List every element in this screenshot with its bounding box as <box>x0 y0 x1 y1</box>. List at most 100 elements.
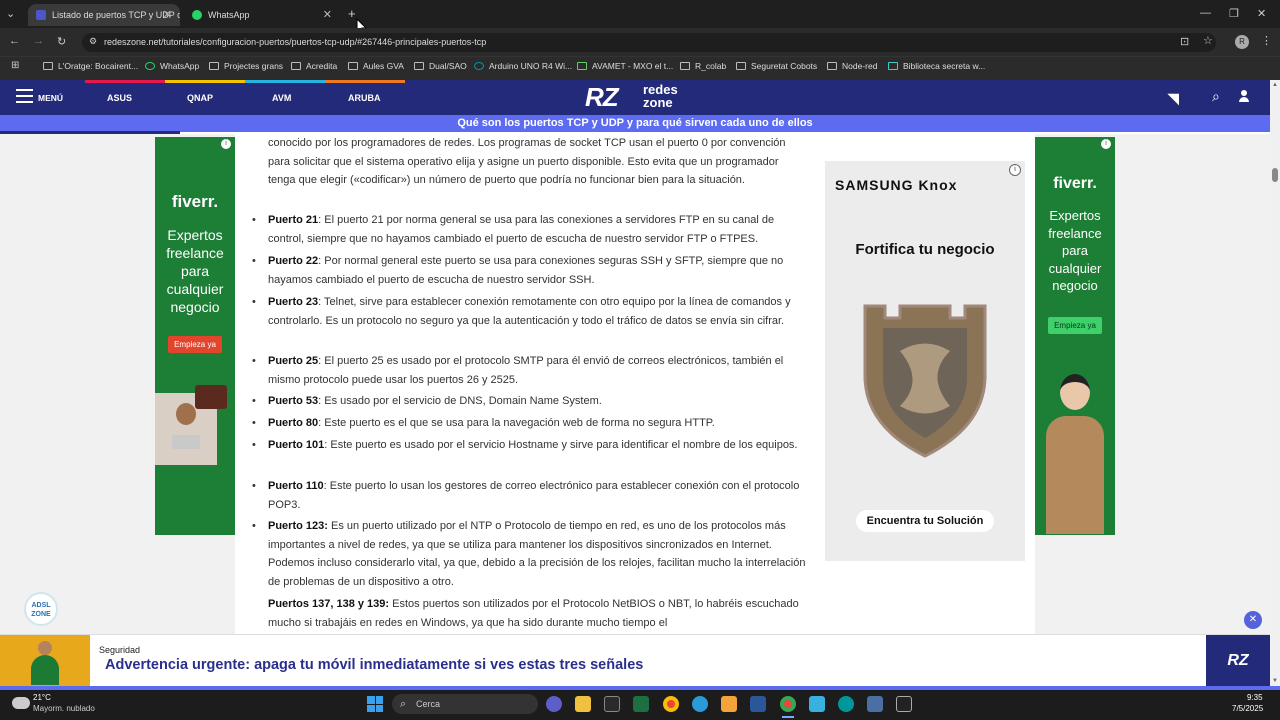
close-tab-icon[interactable]: ✕ <box>323 8 332 21</box>
bookmark-whatsapp[interactable]: WhatsApp <box>145 61 199 71</box>
bookmark-label: Acredita <box>306 61 338 71</box>
scroll-up-icon[interactable]: ▲ <box>1272 82 1278 88</box>
profile-avatar[interactable]: R <box>1235 35 1249 49</box>
edge-icon[interactable] <box>692 696 708 712</box>
tab-search-icon[interactable]: ⌄ <box>6 7 15 20</box>
logo-text-line: zone <box>643 95 673 110</box>
clock-date[interactable]: 7/5/2025 <box>1232 704 1263 713</box>
site-info-icon[interactable]: ⚙ <box>89 36 97 47</box>
tab-whatsapp[interactable]: WhatsApp ✕ <box>184 4 340 26</box>
cloud-weather-icon[interactable] <box>12 697 30 709</box>
nav-accent <box>85 80 165 83</box>
url-text: redeszone.net/tutoriales/configuracion-p… <box>104 37 487 47</box>
bookmark-label: Biblioteca secreta w... <box>903 61 986 71</box>
fiverr-ad-right[interactable]: fiverr. Expertos freelance para cualquie… <box>1035 137 1115 535</box>
notepad-icon[interactable] <box>809 696 825 712</box>
excel-icon[interactable] <box>633 696 649 712</box>
rss-icon[interactable]: ◥ <box>1168 90 1179 107</box>
nav-aruba[interactable]: ARUBA <box>348 93 381 103</box>
close-window-button[interactable]: ✕ <box>1257 7 1266 20</box>
ad-headline: Fortifica tu negocio <box>855 241 995 258</box>
back-button[interactable]: ← <box>9 35 20 47</box>
banner-logo: RZ <box>1206 635 1270 687</box>
port-name: Puertos 137, 138 y 139: <box>268 598 390 610</box>
list-item: Puerto 123: Es un puerto utilizado por e… <box>252 517 808 591</box>
ad-info-icon[interactable]: i <box>1101 139 1111 149</box>
nav-accent <box>245 80 325 83</box>
bookmark-acredita[interactable]: Acredita <box>291 61 337 71</box>
scroll-down-icon[interactable]: ▼ <box>1272 678 1278 684</box>
nav-avm[interactable]: AVM <box>272 93 291 103</box>
address-bar[interactable]: redeszone.net/tutoriales/configuracion-p… <box>82 33 1216 52</box>
teams-icon[interactable] <box>546 696 562 712</box>
search-placeholder: Cerca <box>416 699 441 709</box>
windows-start-icon[interactable] <box>367 696 383 712</box>
word-icon[interactable] <box>750 696 766 712</box>
port-name: Puerto 80 <box>268 417 319 429</box>
port-name: Puerto 110 <box>268 480 324 492</box>
menu-kebab-icon[interactable]: ⋮ <box>1261 34 1272 47</box>
tab-puertos[interactable]: Listado de puertos TCP y UDP d ✕ <box>28 4 180 26</box>
fiverr-ad-left[interactable]: fiverr. Expertos freelance para cualquie… <box>155 137 235 535</box>
ad-cta-button[interactable]: Empieza ya <box>1048 316 1102 334</box>
ad-cta-button[interactable]: Encuentra tu Solución <box>856 510 994 532</box>
banner-headline[interactable]: Advertencia urgente: apaga tu móvil inme… <box>105 657 643 673</box>
adslzone-badge[interactable]: ADSL ZONE <box>24 592 58 626</box>
search-icon[interactable]: ⌕ <box>1212 88 1220 105</box>
bookmark-arduino[interactable]: Arduino UNO R4 Wi... <box>474 61 572 71</box>
bookmark-rcolab[interactable]: R_colab <box>680 61 726 71</box>
close-banner-button[interactable]: ✕ <box>1244 611 1262 629</box>
forward-button[interactable]: → <box>33 35 44 47</box>
bookmark-nodered[interactable]: Node-red <box>827 61 877 71</box>
fiverr-logo: fiverr. <box>171 192 219 211</box>
clock-time[interactable]: 9:35 <box>1247 693 1263 702</box>
samsung-ad[interactable]: SAMSUNG Knox Fortifica tu negocio Encuen… <box>825 161 1025 561</box>
menu-label[interactable]: MENÚ <box>38 93 63 103</box>
chrome-icon[interactable] <box>663 696 679 712</box>
arduino-icon[interactable] <box>838 696 854 712</box>
new-tab-button[interactable]: + <box>348 6 356 21</box>
nav-asus[interactable]: ASUS <box>107 93 132 103</box>
apps-grid-icon[interactable]: ⊞ <box>11 60 19 71</box>
ad-cta-button[interactable]: Empieza ya <box>168 336 222 353</box>
nav-qnap[interactable]: QNAP <box>187 93 213 103</box>
port-desc: : Este puerto lo usan los gestores de co… <box>268 480 800 511</box>
weather-temp[interactable]: 21°C <box>33 693 51 702</box>
minimize-button[interactable]: — <box>1200 7 1211 19</box>
list-item: Puerto 21: El puerto 21 por norma genera… <box>252 211 808 248</box>
reload-button[interactable]: ↻ <box>57 35 66 48</box>
bookmark-projectes[interactable]: Projectes grans <box>209 61 283 71</box>
bookmark-oratge[interactable]: L'Oratge: Bocairent... <box>43 61 138 71</box>
taskbar-search[interactable]: ⌕ Cerca <box>392 694 538 714</box>
ad-info-icon[interactable]: i <box>1009 164 1021 176</box>
app-icon[interactable] <box>721 696 737 712</box>
user-icon[interactable] <box>1238 90 1250 102</box>
library-icon <box>888 62 898 70</box>
hamburger-menu-icon[interactable] <box>16 89 33 103</box>
shield-icon <box>863 304 987 458</box>
port-desc: : Es usado por el servicio de DNS, Domai… <box>318 395 602 407</box>
bookmark-biblioteca[interactable]: Biblioteca secreta w... <box>888 61 985 71</box>
scrollbar-thumb[interactable] <box>1272 168 1278 182</box>
app-icon[interactable] <box>867 696 883 712</box>
install-app-icon[interactable]: ⊡ <box>1180 35 1189 48</box>
maximize-button[interactable]: ❐ <box>1229 7 1239 20</box>
ad-info-icon[interactable]: i <box>221 139 231 149</box>
port-desc: : Por normal general este puerto se usa … <box>268 255 784 286</box>
file-explorer-icon[interactable] <box>575 696 591 712</box>
list-item: Puertos 137, 138 y 139: Estos puertos so… <box>268 595 808 633</box>
bookmark-label: R_colab <box>695 61 727 71</box>
bookmark-star-icon[interactable]: ☆ <box>1203 34 1213 47</box>
terminal-icon[interactable] <box>604 696 620 712</box>
bookmark-avamet[interactable]: AVAMET - MXO el t... <box>577 61 673 71</box>
close-tab-icon[interactable]: ✕ <box>163 8 172 21</box>
port-name: Puerto 21 <box>268 214 319 226</box>
chrome-active-icon[interactable] <box>780 696 796 712</box>
bookmark-dual[interactable]: Dual/SAO <box>414 61 467 71</box>
bookmark-cobots[interactable]: Seguretat Cobots <box>736 61 817 71</box>
list-item: Puerto 101: Este puerto es usado por el … <box>252 436 808 455</box>
bookmark-aules[interactable]: Aules GVA <box>348 61 404 71</box>
console-icon[interactable] <box>896 696 912 712</box>
site-logo[interactable]: RZ <box>585 82 619 113</box>
news-banner[interactable]: Seguridad Advertencia urgente: apaga tu … <box>0 634 1270 687</box>
